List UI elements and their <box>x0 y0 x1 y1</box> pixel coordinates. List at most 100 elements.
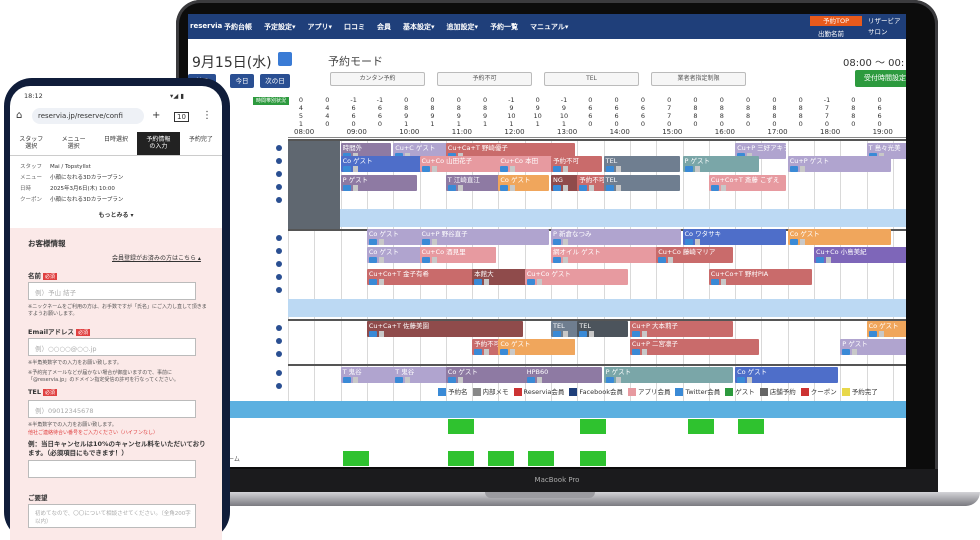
next-day-button[interactable]: 次の日 <box>260 74 290 88</box>
booking-block[interactable]: P 新倉なつみ <box>551 229 681 245</box>
new-tab-icon[interactable]: + <box>152 110 160 121</box>
booking-block[interactable]: TEL <box>603 156 681 172</box>
nav-item-ledger[interactable]: 予約台帳 <box>218 22 258 32</box>
row-edit-icon[interactable] <box>276 171 282 177</box>
available-slot[interactable] <box>488 451 514 466</box>
tab-count-badge[interactable]: 10 <box>174 112 189 122</box>
count-cell: 7 <box>667 104 672 112</box>
eye-icon <box>447 377 456 383</box>
legend-swatch <box>759 388 768 396</box>
booking-block[interactable]: Cu+P 二宮凛子 <box>629 339 760 355</box>
count-cell: 5 <box>298 112 304 120</box>
row-edit-icon[interactable] <box>276 158 282 164</box>
row-edit-icon[interactable] <box>276 184 282 190</box>
row-edit-icon[interactable] <box>276 197 282 203</box>
row-edit-icon[interactable] <box>276 338 282 344</box>
tel-field[interactable]: 例）09012345678 <box>28 400 196 418</box>
quick-reserve-button[interactable]: カンタン予約 <box>330 72 425 86</box>
booking-block[interactable]: P ゲスト <box>603 367 734 383</box>
memo-icon <box>799 166 805 172</box>
url-bar[interactable]: reservia.jp/reserve/confi <box>32 108 144 124</box>
email-field[interactable]: 例）○○○○@○○.jp <box>28 338 196 356</box>
name-field[interactable]: 例）予山 結子 <box>28 282 196 300</box>
member-login-link[interactable]: 会員登録がお済みの方はこちら ▴ <box>112 253 201 262</box>
home-icon[interactable]: ⌂ <box>16 110 22 121</box>
booking-block[interactable]: Co ゲスト <box>787 229 891 245</box>
booking-block[interactable]: P ゲスト <box>682 156 760 172</box>
attendance-link[interactable]: 出勤名前 <box>818 28 844 38</box>
booking-block[interactable]: Co ワタサキ <box>682 229 786 245</box>
booking-block[interactable]: P ゲスト <box>840 339 906 355</box>
booking-block[interactable]: P ゲスト <box>340 175 418 191</box>
eye-icon <box>789 239 798 245</box>
laptop-chin: MacBook Pro <box>176 469 938 492</box>
count-cell: 1 <box>430 120 435 128</box>
nav-item-reservation-list[interactable]: 予約一覧 <box>484 22 524 32</box>
unavailable-button[interactable]: 予約不可 <box>437 72 532 86</box>
more-menu-icon[interactable]: ⋮ <box>202 110 212 121</box>
free-slot-row[interactable] <box>340 209 906 227</box>
accept-time-button[interactable]: 受付時間設定 <box>855 70 906 87</box>
calendar-icon[interactable] <box>278 52 292 66</box>
available-slot[interactable] <box>343 451 369 466</box>
show-more-link[interactable]: もっとみる ▾ <box>10 210 222 219</box>
nav-item-reviews[interactable]: 口コミ <box>338 22 371 32</box>
available-slot[interactable] <box>448 451 474 466</box>
booking-block[interactable]: Cu+P 大本莉子 <box>629 321 734 337</box>
row-edit-icon[interactable] <box>276 351 282 357</box>
booking-block[interactable]: Co ゲスト <box>735 367 839 383</box>
booking-block[interactable]: Cu+Co ゲスト <box>524 269 628 285</box>
booking-block[interactable]: 予約不可 <box>551 156 602 172</box>
booking-block[interactable]: Cu+Co 小島美紀 <box>814 247 906 263</box>
legend: 予約名 内部メモ Reservia会員 Facebook会員 アプリ会員 Twitter会… <box>438 386 878 396</box>
eye-icon <box>553 257 561 263</box>
booking-block[interactable]: HPB60 <box>524 367 602 383</box>
available-slot[interactable] <box>738 419 764 434</box>
row-edit-icon[interactable] <box>276 235 282 241</box>
available-slot[interactable] <box>528 451 554 466</box>
available-slot[interactable] <box>448 419 474 434</box>
row-edit-icon[interactable] <box>276 274 282 280</box>
row-edit-icon[interactable] <box>276 287 282 293</box>
reservation-top-button[interactable]: 予約TOP <box>810 16 862 26</box>
nav-item-schedule[interactable]: 予定設定▾ <box>258 22 302 32</box>
booking-block[interactable]: Cu+Ca+T 佐藤美園 <box>366 321 523 337</box>
vendor-limit-button[interactable]: 業者者指定制限 <box>651 72 746 86</box>
today-button[interactable]: 今日 <box>230 74 254 88</box>
nav-item-basic-settings[interactable]: 基本設定▾ <box>397 22 441 32</box>
booking-block[interactable]: Cu+Co+T 斎藤 こずえ <box>708 175 786 191</box>
booking-block[interactable]: Cu+Co 酒見里 <box>419 247 497 263</box>
booking-block[interactable]: Co ゲスト <box>498 339 576 355</box>
booking-icons <box>579 331 626 337</box>
nav-item-members[interactable]: 会員 <box>371 22 397 32</box>
booking-block[interactable]: TEL <box>603 175 681 191</box>
row-edit-icon[interactable] <box>276 325 282 331</box>
booking-block[interactable]: Cu+Co 藤崎マリア <box>656 247 734 263</box>
row-edit-icon[interactable] <box>276 145 282 151</box>
row-edit-icon[interactable] <box>276 261 282 267</box>
available-slot[interactable] <box>580 419 606 434</box>
memo-icon <box>878 331 884 337</box>
free-slot-row[interactable] <box>288 299 906 317</box>
count-cell: 6 <box>588 112 593 120</box>
booking-block[interactable]: Co ゲスト <box>498 175 549 191</box>
cancel-field[interactable] <box>28 460 196 478</box>
count-cell: 0 <box>746 120 751 128</box>
tel-button[interactable]: TEL <box>544 72 639 86</box>
memo-icon <box>563 239 568 245</box>
nav-item-manual[interactable]: マニュアル▾ <box>524 22 574 32</box>
booking-block[interactable]: TEL <box>577 321 628 337</box>
booking-block[interactable]: Co ゲスト <box>866 321 906 337</box>
booking-block[interactable]: Cu+Co+T 野村PIA <box>708 269 812 285</box>
row-edit-icon[interactable] <box>276 370 282 376</box>
booking-block[interactable]: Cu+P 野谷直子 <box>419 229 549 245</box>
nav-item-app[interactable]: アプリ▾ <box>302 22 339 32</box>
request-field[interactable]: 初めてなので、〇〇について相談させてください。（全角200字以内） <box>28 504 196 528</box>
count-cell: 1 <box>404 120 409 128</box>
booking-block[interactable]: Cu+P ゲスト <box>787 156 891 172</box>
available-slot[interactable] <box>580 451 606 466</box>
nav-item-extra-settings[interactable]: 追加設定▾ <box>441 22 485 32</box>
available-slot[interactable] <box>688 419 714 434</box>
row-edit-icon[interactable] <box>276 383 282 389</box>
row-edit-icon[interactable] <box>276 248 282 254</box>
